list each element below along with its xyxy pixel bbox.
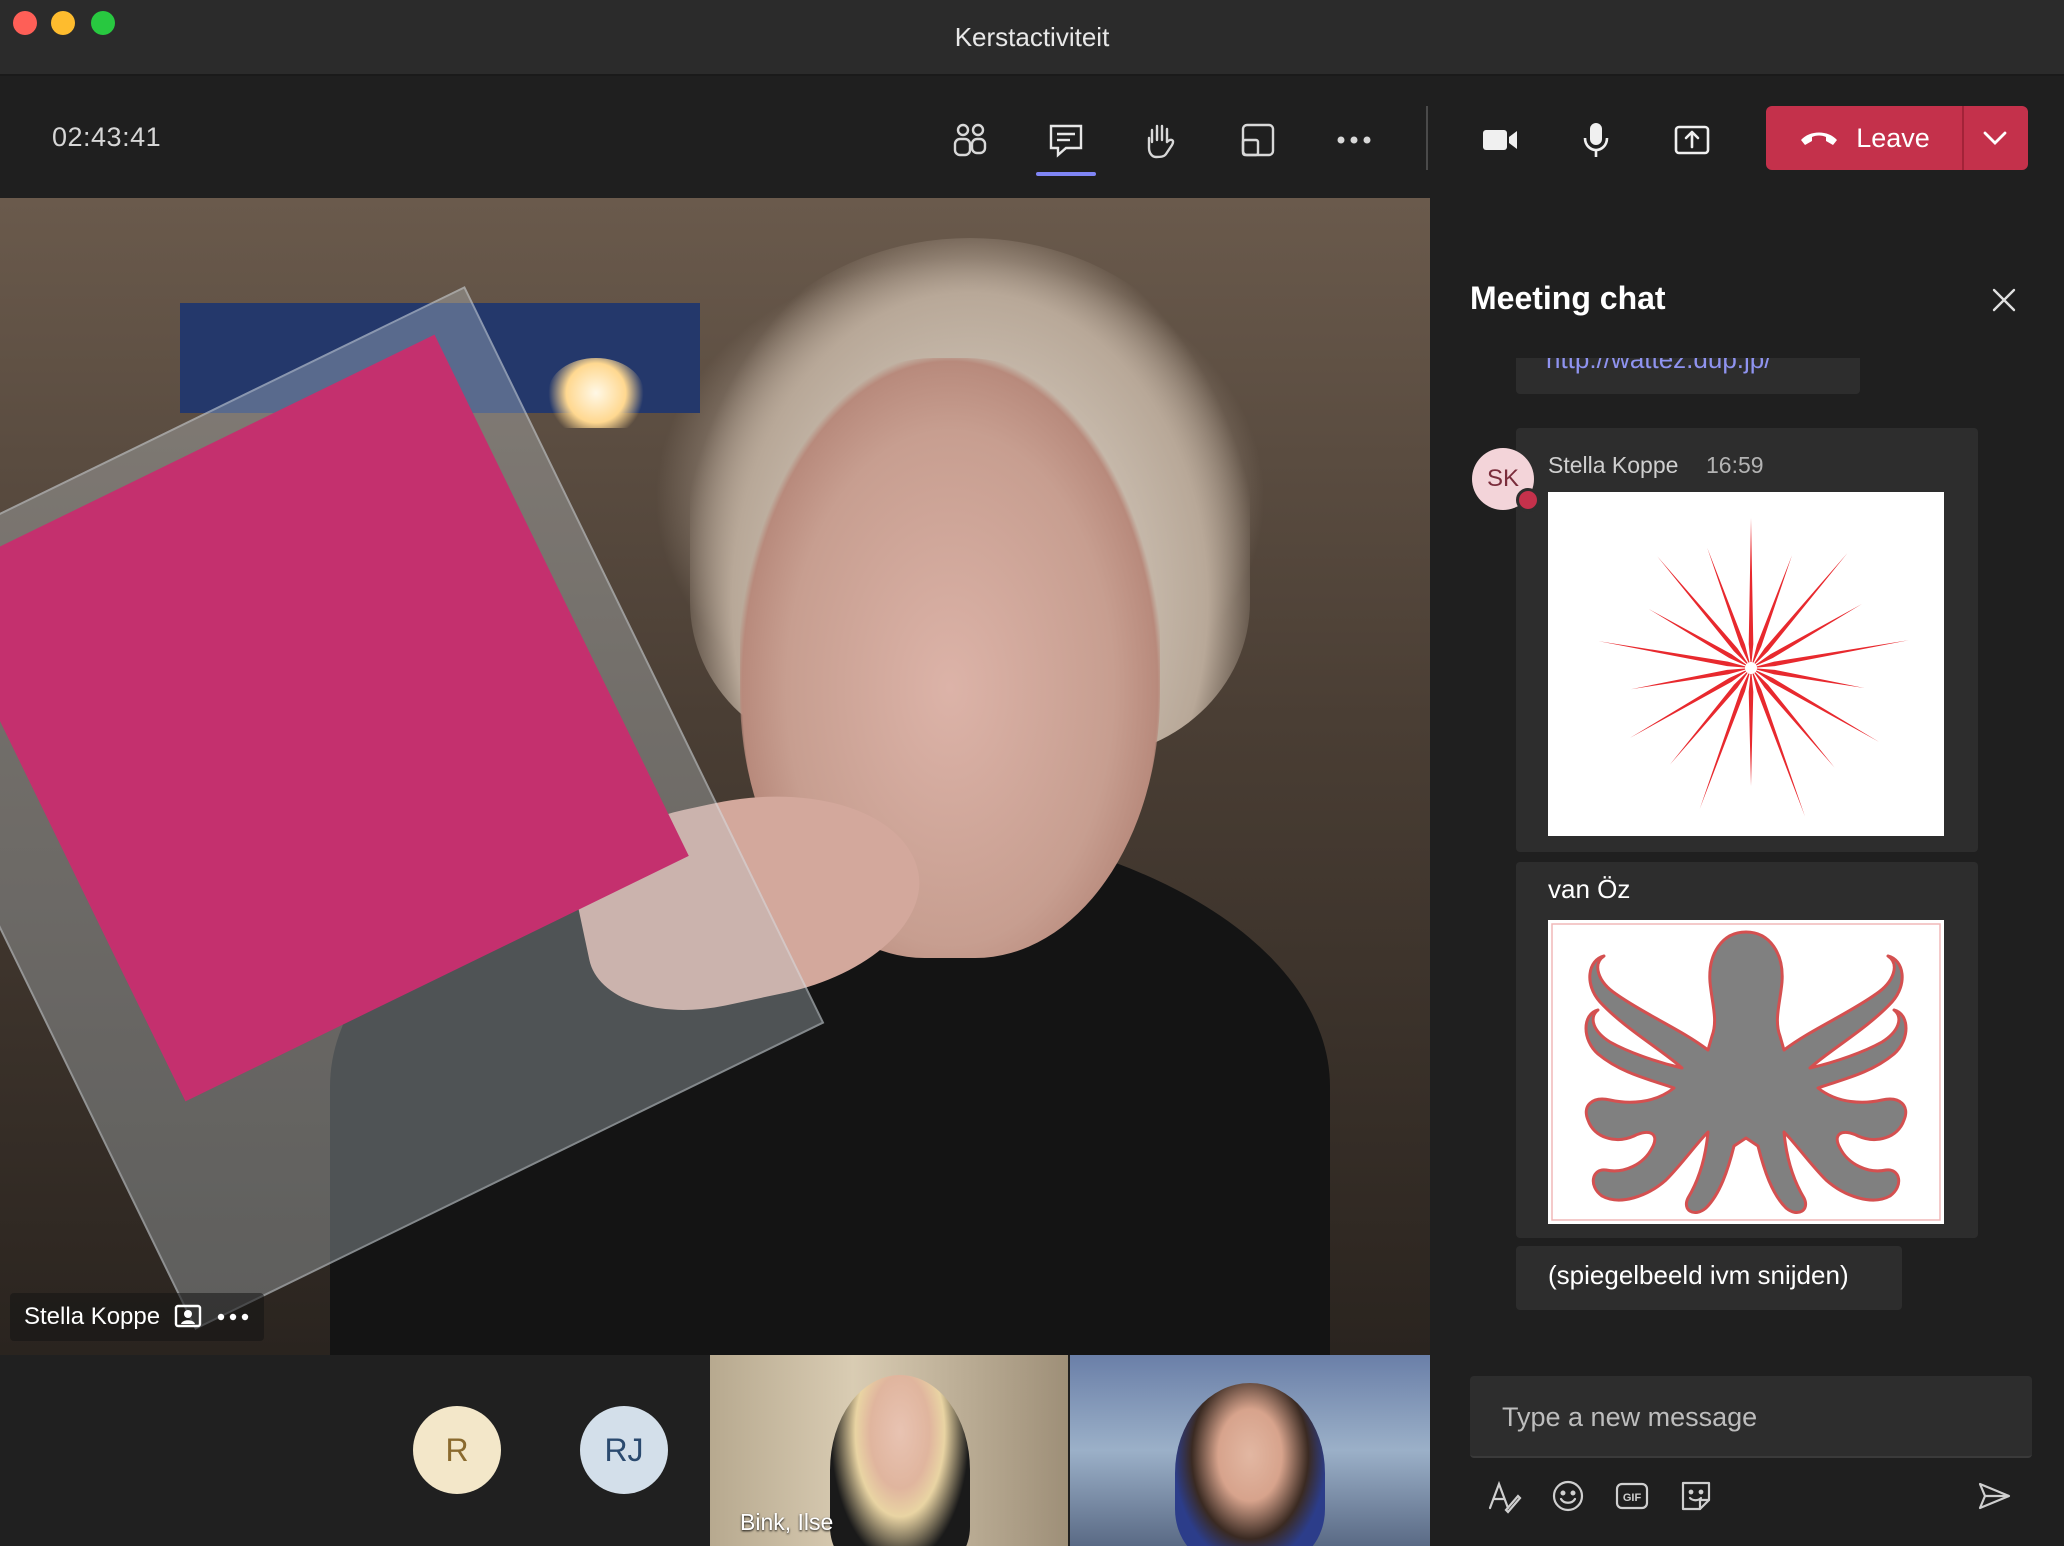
participant-avatar[interactable]: RJ bbox=[580, 1406, 668, 1494]
camera-button[interactable] bbox=[1468, 108, 1532, 172]
starburst-center bbox=[1745, 662, 1757, 674]
layout-icon bbox=[1241, 123, 1275, 157]
participant-video-tile[interactable] bbox=[1070, 1355, 1430, 1546]
message-image-octopus[interactable] bbox=[1548, 920, 1944, 1224]
message-timestamp: 16:59 bbox=[1706, 452, 1764, 478]
message-composer bbox=[1470, 1376, 2032, 1458]
microphone-button[interactable] bbox=[1564, 108, 1628, 172]
gif-button[interactable]: GIF bbox=[1610, 1474, 1654, 1518]
previous-message: http://wattez.dup.jp/ bbox=[1516, 358, 1860, 394]
gif-icon: GIF bbox=[1615, 1482, 1649, 1510]
microphone-icon bbox=[1583, 123, 1609, 157]
message-input[interactable] bbox=[1502, 1376, 2002, 1458]
background-lamp bbox=[548, 358, 644, 428]
participant-name: Stella Koppe bbox=[24, 1303, 161, 1330]
leave-label: Leave bbox=[1856, 122, 1930, 153]
format-button[interactable] bbox=[1482, 1474, 1526, 1518]
meeting-chat-panel: Meeting chat http://wattez.dup.jp/ SK St… bbox=[1430, 198, 2064, 1546]
emoji-button[interactable] bbox=[1546, 1474, 1590, 1518]
close-icon bbox=[1992, 288, 2016, 312]
share-content-button[interactable] bbox=[1660, 108, 1724, 172]
participant-avatar[interactable]: R bbox=[413, 1406, 501, 1494]
leave-control: Leave bbox=[1766, 106, 2028, 170]
close-chat-button[interactable] bbox=[1980, 276, 2028, 324]
participant-name: Bink, Ilse bbox=[740, 1509, 834, 1535]
chat-title: Meeting chat bbox=[1470, 280, 1666, 316]
meeting-toolbar: 02:43:41 Leave bbox=[0, 78, 2064, 198]
change-layout-button[interactable] bbox=[1226, 108, 1290, 172]
send-button[interactable] bbox=[1972, 1474, 2016, 1518]
participant-name-tag: Stella Koppe bbox=[10, 1293, 265, 1341]
message-image-starburst[interactable] bbox=[1548, 492, 1944, 836]
raise-hand-button[interactable] bbox=[1128, 108, 1192, 172]
more-actions-button[interactable] bbox=[1322, 108, 1386, 172]
more-icon bbox=[1337, 136, 1371, 144]
camera-icon bbox=[1483, 130, 1517, 150]
svg-text:GIF: GIF bbox=[1623, 1492, 1642, 1504]
leave-button[interactable]: Leave bbox=[1766, 106, 1964, 170]
show-conversation-button[interactable] bbox=[1034, 108, 1098, 176]
message-text: (spiegelbeeld ivm snijden) bbox=[1548, 1260, 1849, 1290]
more-icon[interactable] bbox=[216, 1312, 250, 1322]
chat-icon bbox=[1049, 124, 1083, 158]
sticker-icon bbox=[1681, 1481, 1711, 1511]
raise-hand-icon bbox=[1147, 124, 1175, 159]
sticker-button[interactable] bbox=[1674, 1474, 1718, 1518]
leave-options-button[interactable] bbox=[1964, 106, 2026, 170]
chevron-down-icon bbox=[1983, 131, 2007, 145]
hangup-icon bbox=[1801, 132, 1838, 145]
format-icon bbox=[1488, 1480, 1522, 1514]
spotlight-icon bbox=[174, 1304, 202, 1328]
octopus-image bbox=[1551, 923, 1941, 1221]
window-title: Kerstactiviteit bbox=[954, 22, 1110, 52]
starburst-image bbox=[1598, 518, 1909, 817]
toolbar-divider bbox=[1426, 106, 1428, 170]
share-icon bbox=[1674, 125, 1710, 155]
message-sender: Stella Koppe bbox=[1548, 452, 1679, 478]
meeting-timer: 02:43:41 bbox=[52, 122, 162, 152]
main-video-stage[interactable]: Stella Koppe bbox=[0, 198, 1430, 1355]
title-bar: Kerstactiviteit bbox=[0, 0, 2064, 76]
presence-badge bbox=[1516, 488, 1540, 512]
show-participants-button[interactable] bbox=[938, 108, 1002, 172]
participant-video bbox=[830, 1375, 970, 1546]
emoji-icon bbox=[1552, 1480, 1584, 1512]
participant-video bbox=[1175, 1383, 1325, 1546]
message-text: van Öz bbox=[1548, 874, 1631, 904]
participant-video-tile[interactable]: Bink, Ilse bbox=[710, 1355, 1068, 1546]
people-icon bbox=[953, 123, 987, 157]
send-icon bbox=[1978, 1482, 2011, 1510]
message-link[interactable]: http://wattez.dup.jp/ bbox=[1546, 358, 1771, 375]
